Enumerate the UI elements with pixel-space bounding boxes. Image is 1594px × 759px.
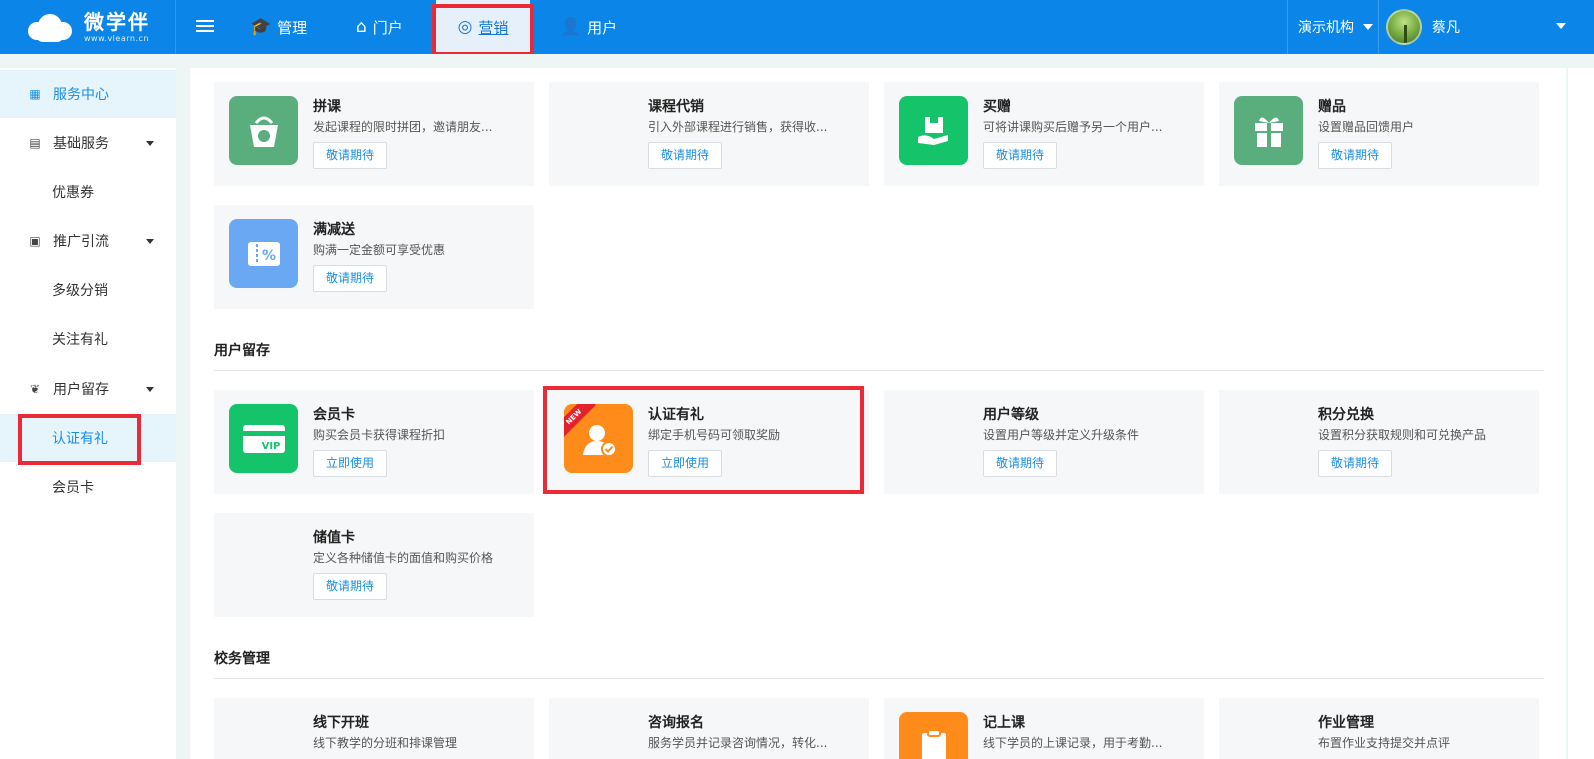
bag-icon (229, 96, 298, 165)
sidebar-item-follow-gift[interactable]: 关注有礼 (0, 315, 176, 363)
nav-highlight-box (432, 4, 534, 56)
user-gear-icon: 👤 (560, 17, 582, 37)
card-group-buy: 拼课 发起课程的限时拼团，邀请朋友... 敬请期待 (214, 82, 534, 186)
section-title-school: 校务管理 (214, 651, 270, 667)
svg-text:%: % (261, 248, 275, 264)
chevron-down-icon (146, 387, 154, 392)
card-stored-value: 储值卡 定义各种储值卡的面值和购买价格 敬请期待 (214, 513, 534, 617)
chevron-down-icon (1363, 24, 1373, 30)
use-now-button[interactable]: 立即使用 (313, 450, 388, 477)
coming-soon-button[interactable]: 敬请期待 (1318, 142, 1393, 169)
sidebar-item-coupon[interactable]: 优惠券 (0, 168, 176, 216)
book-icon: ▤ (29, 136, 41, 150)
sidebar-item-basic-services[interactable]: ▤ 基础服务 (0, 119, 176, 167)
card-course-resale: 课程代销 引入外部课程进行销售，获得收... 敬请期待 (549, 82, 869, 186)
vip-card-icon: VIP (229, 404, 298, 473)
logo-url: www.vlearn.cn (84, 33, 149, 43)
nav-manage[interactable]: 🎓 管理 (250, 0, 307, 54)
logo[interactable]: 微学伴 www.vlearn.cn (0, 0, 176, 54)
avatar (1386, 9, 1422, 45)
sidebar-highlight-box (18, 414, 141, 465)
chevron-down-icon (146, 239, 154, 244)
logo-text: 微学伴 (84, 9, 150, 34)
graduation-cap-icon: 🎓 (250, 17, 272, 37)
org-select[interactable]: 演示机构 (1298, 0, 1373, 54)
coming-soon-button[interactable]: 敬请期待 (313, 573, 388, 600)
sidebar-item-member-card[interactable]: 会员卡 (0, 463, 176, 511)
card-discount: % 满减送 购满一定金额可享受优惠 敬请期待 (214, 205, 534, 309)
user-menu[interactable]: 蔡凡 (1386, 0, 1594, 54)
clipboard-icon (899, 712, 968, 759)
coming-soon-button[interactable]: 敬请期待 (983, 450, 1058, 477)
gift-icon (1234, 96, 1303, 165)
coming-soon-button[interactable]: 敬请期待 (648, 142, 723, 169)
card-buy-gift: 买赠 可将讲课购买后赠予另一个用户... 敬请期待 (884, 82, 1204, 186)
gutter (176, 54, 190, 759)
cloud-logo-icon (28, 12, 72, 42)
card-giveaway: 赠品 设置赠品回馈用户 敬请期待 (1219, 82, 1539, 186)
section-title-retention: 用户留存 (214, 343, 270, 359)
nav-users[interactable]: 👤 用户 (560, 0, 617, 54)
sidebar-item-service-center[interactable]: ▦ 服务中心 (0, 70, 176, 118)
percent-coupon-icon: % (229, 219, 298, 288)
card-points-exchange: 积分兑换 设置积分获取规则和可兑换产品 敬请期待 (1219, 390, 1539, 494)
card-consult-signup: 咨询报名 服务学员并记录咨询情况，转化... (549, 698, 869, 759)
card-offline-class: 线下开班 线下教学的分班和排课管理 (214, 698, 534, 759)
menu-toggle-icon[interactable] (196, 17, 214, 35)
card-homework: 作业管理 布置作业支持提交并点评 (1219, 698, 1539, 759)
scroll-track[interactable] (1566, 68, 1568, 759)
divider (214, 370, 1544, 371)
coming-soon-button[interactable]: 敬请期待 (983, 142, 1058, 169)
card-user-level: 用户等级 设置用户等级并定义升级条件 敬请期待 (884, 390, 1204, 494)
top-bar: 微学伴 www.vlearn.cn 🎓 管理 ⌂ 门户 ◎ 营销 👤 用户 演示… (0, 0, 1594, 56)
home-icon: ⌂ (356, 17, 367, 37)
svg-text:VIP: VIP (261, 441, 280, 452)
grid-icon: ▦ (29, 87, 41, 101)
coming-soon-button[interactable]: 敬请期待 (1318, 450, 1393, 477)
gift-hand-icon (899, 96, 968, 165)
card-attendance: 记上课 线下学员的上课记录，用于考勤... (884, 698, 1204, 759)
money-icon: ▣ (29, 234, 41, 248)
card-member-card: VIP 会员卡 购买会员卡获得课程折扣 立即使用 (214, 390, 534, 494)
heart-hand-icon: ❦ (29, 382, 41, 396)
coming-soon-button[interactable]: 敬请期待 (313, 142, 388, 169)
chevron-down-icon (1556, 23, 1566, 29)
chevron-down-icon (146, 141, 154, 146)
content-top-gap (176, 54, 1594, 68)
sidebar-item-distribution[interactable]: 多级分销 (0, 266, 176, 314)
sidebar-item-retention[interactable]: ❦ 用户留存 (0, 365, 176, 413)
divider (1287, 0, 1288, 54)
nav-portal[interactable]: ⌂ 门户 (356, 0, 403, 54)
sidebar-item-promotion[interactable]: ▣ 推广引流 (0, 217, 176, 265)
divider (214, 678, 1544, 679)
coming-soon-button[interactable]: 敬请期待 (313, 265, 388, 292)
card-highlight-box (543, 386, 864, 494)
divider (1378, 0, 1379, 54)
